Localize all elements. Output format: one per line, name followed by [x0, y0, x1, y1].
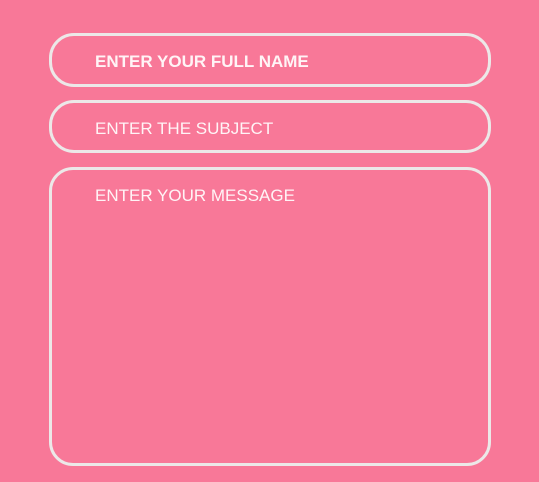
subject-input[interactable]: ENTER THE SUBJECT — [49, 100, 491, 153]
full-name-placeholder: ENTER YOUR FULL NAME — [95, 52, 309, 71]
full-name-input[interactable]: ENTER YOUR FULL NAME — [49, 33, 491, 87]
message-textarea[interactable]: ENTER YOUR MESSAGE — [49, 167, 491, 466]
subject-placeholder: ENTER THE SUBJECT — [95, 119, 274, 138]
message-placeholder: ENTER YOUR MESSAGE — [95, 186, 295, 205]
contact-form-page: ENTER YOUR FULL NAME ENTER THE SUBJECT E… — [0, 0, 539, 482]
